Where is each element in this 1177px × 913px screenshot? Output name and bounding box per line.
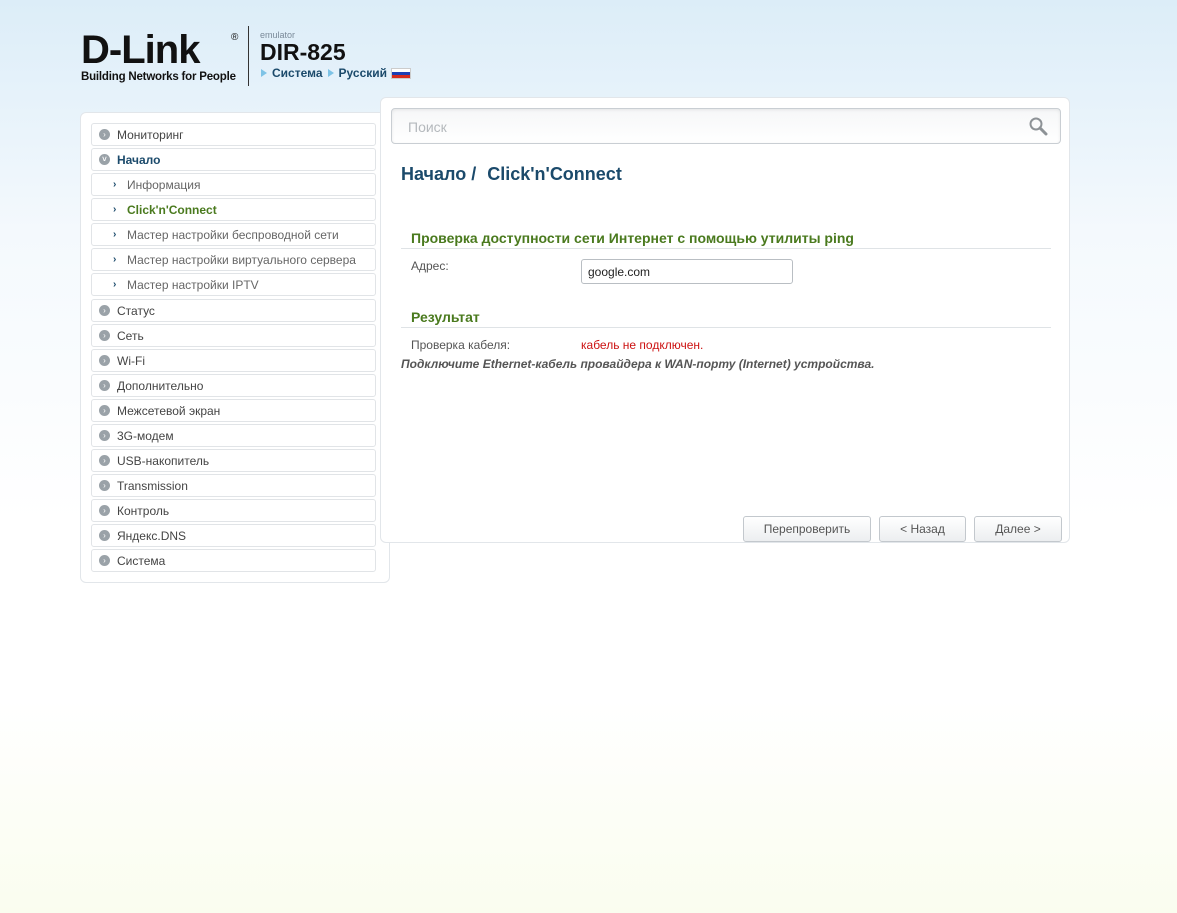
sidebar-item-label: Wi-Fi bbox=[117, 353, 145, 368]
result-section-title: Результат bbox=[411, 309, 480, 325]
search-input[interactable] bbox=[406, 118, 1006, 136]
sidebar-item-advanced[interactable]: › Дополнительно bbox=[91, 374, 376, 397]
address-input[interactable] bbox=[581, 259, 793, 284]
system-link[interactable]: Система bbox=[272, 66, 323, 80]
section-divider bbox=[401, 327, 1051, 328]
chevron-right-circle-icon: › bbox=[99, 305, 110, 316]
logo-registered-mark: ® bbox=[231, 32, 239, 43]
sidebar-item-label: Сеть bbox=[117, 328, 144, 343]
header-links: Система Русский bbox=[260, 66, 412, 80]
address-label: Адрес: bbox=[411, 259, 449, 273]
dlink-logo[interactable]: D-Link ® Building Networks for People bbox=[81, 30, 243, 84]
logo-text: D-Link bbox=[81, 28, 200, 72]
sidebar-item-label: Яндекс.DNS bbox=[117, 528, 187, 543]
section-divider bbox=[401, 248, 1051, 249]
next-button[interactable]: Далее > bbox=[974, 516, 1062, 542]
header: D-Link ® Building Networks for People em… bbox=[80, 26, 480, 88]
sidebar-item-label: Transmission bbox=[117, 478, 188, 493]
sidebar-item-label: 3G-модем bbox=[117, 428, 174, 443]
sidebar-item-label: Мониторинг bbox=[117, 127, 184, 142]
header-divider bbox=[248, 26, 249, 86]
chevron-right-circle-icon: › bbox=[99, 555, 110, 566]
sidebar-item-usb-storage[interactable]: › USB-накопитель bbox=[91, 449, 376, 472]
sidebar-item-label: Начало bbox=[117, 152, 161, 167]
ping-section-title: Проверка доступности сети Интернет с пом… bbox=[411, 230, 854, 246]
sidebar-item-label: Контроль bbox=[117, 503, 170, 518]
sidebar-item-label: Система bbox=[117, 553, 166, 568]
sidebar-item-wireless-wizard[interactable]: › Мастер настройки беспроводной сети bbox=[91, 223, 376, 246]
main-content: Начало / Click'n'Connect Проверка доступ… bbox=[380, 97, 1070, 543]
chevron-right-circle-icon: › bbox=[99, 380, 110, 391]
sidebar-item-virtual-server-wizard[interactable]: › Мастер настройки виртуального сервера bbox=[91, 248, 376, 271]
chevron-right-circle-icon: › bbox=[99, 405, 110, 416]
sidebar-item-control[interactable]: › Контроль bbox=[91, 499, 376, 522]
sidebar-item-label: Дополнительно bbox=[117, 378, 204, 393]
cable-check-label: Проверка кабеля: bbox=[411, 338, 511, 352]
sidebar-item-wifi[interactable]: › Wi-Fi bbox=[91, 349, 376, 372]
search-box bbox=[391, 108, 1061, 144]
search-icon[interactable] bbox=[1028, 116, 1048, 136]
sidebar-item-label: Мастер настройки беспроводной сети bbox=[127, 227, 339, 242]
chevron-right-circle-icon: › bbox=[99, 129, 110, 140]
sidebar-item-system[interactable]: › Система bbox=[91, 549, 376, 572]
chevron-right-icon: › bbox=[113, 179, 117, 190]
sidebar-item-clicknconnect[interactable]: › Click'n'Connect bbox=[91, 198, 376, 221]
chevron-right-circle-icon: › bbox=[99, 430, 110, 441]
arrow-right-icon bbox=[327, 69, 334, 77]
sidebar-item-label: Информация bbox=[127, 177, 201, 192]
sidebar-item-label: Мастер настройки IPTV bbox=[127, 277, 259, 292]
chevron-right-icon: › bbox=[113, 229, 117, 240]
chevron-down-circle-icon: ˅ bbox=[99, 154, 110, 165]
sidebar-item-firewall[interactable]: › Межсетевой экран bbox=[91, 399, 376, 422]
page-title: Начало / Click'n'Connect bbox=[401, 164, 622, 185]
sidebar-item-status[interactable]: › Статус bbox=[91, 299, 376, 322]
arrow-right-icon bbox=[261, 69, 267, 77]
breadcrumb-parent[interactable]: Начало / bbox=[401, 164, 476, 184]
model-name: DIR-825 bbox=[260, 39, 346, 65]
sidebar-item-label: Статус bbox=[117, 303, 155, 318]
russian-flag-icon[interactable] bbox=[391, 67, 412, 79]
sidebar-item-yandex-dns[interactable]: › Яндекс.DNS bbox=[91, 524, 376, 547]
logo-tagline: Building Networks for People bbox=[81, 71, 236, 83]
sidebar-item-3g-modem[interactable]: › 3G-модем bbox=[91, 424, 376, 447]
cable-check-status: кабель не подключен. bbox=[581, 338, 704, 352]
chevron-right-circle-icon: › bbox=[99, 330, 110, 341]
sidebar-item-label: Мастер настройки виртуального сервера bbox=[127, 252, 356, 267]
sidebar-item-network[interactable]: › Сеть bbox=[91, 324, 376, 347]
chevron-right-icon: › bbox=[113, 279, 117, 290]
back-button[interactable]: < Назад bbox=[879, 516, 966, 542]
chevron-right-circle-icon: › bbox=[99, 355, 110, 366]
chevron-right-circle-icon: › bbox=[99, 505, 110, 516]
chevron-right-circle-icon: › bbox=[99, 480, 110, 491]
sidebar-menu: › Мониторинг ˅ Начало › Информация › Cli… bbox=[80, 112, 390, 583]
sidebar-item-label: Межсетевой экран bbox=[117, 403, 221, 418]
sidebar-item-label: Click'n'Connect bbox=[127, 202, 217, 217]
sidebar-item-transmission[interactable]: › Transmission bbox=[91, 474, 376, 497]
chevron-right-icon: › bbox=[113, 204, 117, 215]
recheck-button[interactable]: Перепроверить bbox=[743, 516, 871, 542]
chevron-right-circle-icon: › bbox=[99, 455, 110, 466]
sidebar-item-monitoring[interactable]: › Мониторинг bbox=[91, 123, 376, 146]
sidebar-item-home[interactable]: ˅ Начало bbox=[91, 148, 376, 171]
language-link[interactable]: Русский bbox=[339, 66, 388, 80]
sidebar-item-label: USB-накопитель bbox=[117, 453, 210, 468]
cable-note: Подключите Ethernet-кабель провайдера к … bbox=[401, 357, 875, 371]
chevron-right-icon: › bbox=[113, 254, 117, 265]
chevron-right-circle-icon: › bbox=[99, 530, 110, 541]
breadcrumb-current: Click'n'Connect bbox=[487, 164, 622, 184]
sidebar-item-information[interactable]: › Информация bbox=[91, 173, 376, 196]
sidebar-item-iptv-wizard[interactable]: › Мастер настройки IPTV bbox=[91, 273, 376, 296]
